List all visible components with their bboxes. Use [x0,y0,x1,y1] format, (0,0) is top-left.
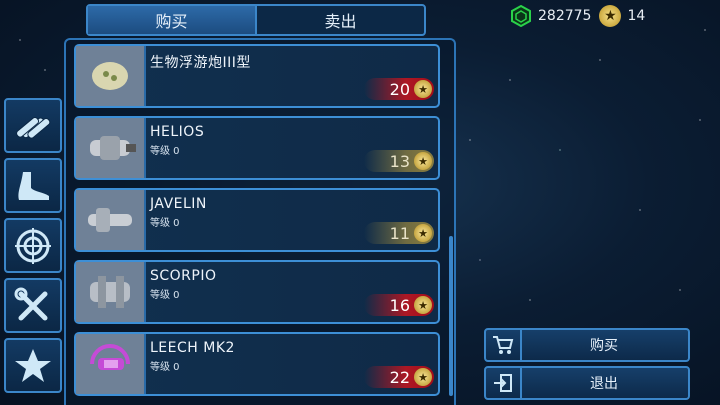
item-price: 11 ★ [364,222,434,244]
list-item[interactable]: HELIOS 等级 0 13 ★ [74,116,440,180]
star-icon: ★ [414,224,432,242]
star-icon: ★ [414,80,432,98]
item-name: 生物浮游炮III型 [150,55,251,71]
item-name: LEECH MK2 [150,340,235,356]
item-price: 13 ★ [364,150,434,172]
tab-buy[interactable]: 购买 [88,6,255,34]
category-special[interactable] [4,338,62,393]
buy-button[interactable]: 购买 [484,328,690,362]
category-tools[interactable] [4,278,62,333]
list-item[interactable]: JAVELIN 等级 0 11 ★ [74,188,440,252]
category-sidebar [4,98,62,398]
stars-value: 14 [627,8,646,24]
item-level: 等级 0 [150,362,180,373]
item-thumbnail [76,118,146,178]
item-thumbnail [76,190,146,250]
price-value: 11 [389,223,410,243]
tab-sell[interactable]: 卖出 [255,6,424,34]
item-price: 20 ★ [364,78,434,100]
item-level: 等级 0 [150,218,180,229]
exit-button[interactable]: 退出 [484,366,690,400]
buy-sell-tabs: 购买 卖出 [86,4,426,36]
category-targeting[interactable] [4,218,62,273]
price-value: 20 [389,79,410,99]
price-value: 13 [389,151,410,171]
star-icon: ★ [414,368,432,386]
credits-icon [510,5,532,27]
item-level: 等级 0 [150,146,180,157]
credits-value: 282775 [538,8,592,24]
boot-icon [18,171,49,200]
price-value: 16 [389,295,410,315]
item-level: 等级 0 [150,290,180,301]
category-boots[interactable] [4,158,62,213]
list-scrollbar[interactable] [449,236,453,396]
target-icon [15,227,51,264]
price-value: 22 [389,367,410,387]
item-name: SCORPIO [150,268,217,284]
item-price: 22 ★ [364,366,434,388]
currency-display: 282775 ★ 14 [510,2,720,30]
exit-button-label: 退出 [590,376,618,392]
star-currency-icon: ★ [599,5,622,27]
star-icon: ★ [414,152,432,170]
star-icon: ★ [414,296,432,314]
item-thumbnail [76,46,146,106]
cart-icon [486,330,522,360]
item-price: 16 ★ [364,294,434,316]
item-name: JAVELIN [150,196,207,212]
item-thumbnail [76,334,146,394]
item-name: HELIOS [150,124,205,140]
item-thumbnail [76,262,146,322]
star-icon [15,348,51,382]
exit-icon [486,368,522,398]
list-item[interactable]: LEECH MK2 等级 0 22 ★ [74,332,440,396]
tools-icon [14,287,48,320]
buy-button-label: 购买 [590,338,618,354]
list-item[interactable]: SCORPIO 等级 0 16 ★ [74,260,440,324]
missiles-icon [16,116,51,139]
list-item[interactable]: 生物浮游炮III型 20 ★ [74,44,440,108]
category-missiles[interactable] [4,98,62,153]
